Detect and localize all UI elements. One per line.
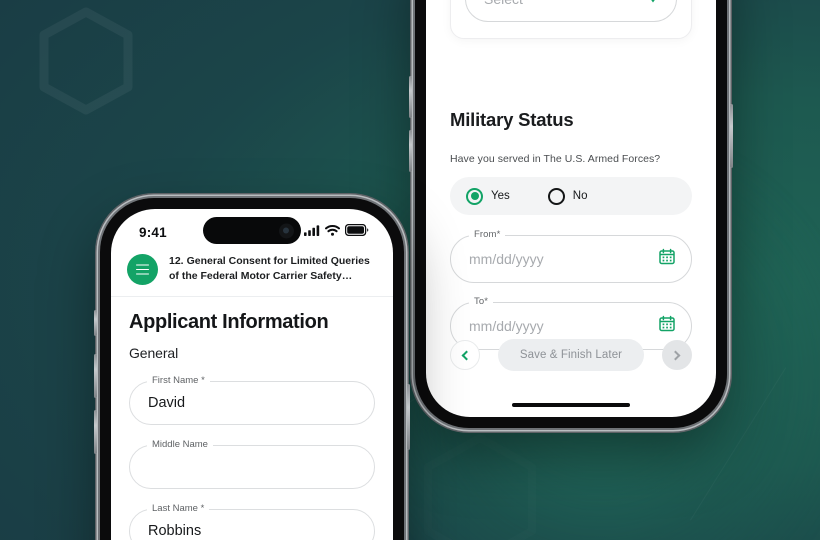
section-label: General bbox=[129, 345, 179, 361]
volume-up-button[interactable] bbox=[94, 354, 97, 398]
radio-no-label: No bbox=[572, 190, 588, 202]
military-status-form: Country* Select Military Status Have you… bbox=[426, 0, 716, 417]
radio-option-no[interactable]: No bbox=[547, 187, 588, 205]
from-date-field[interactable]: From* mm/dd/yyyy bbox=[450, 229, 692, 283]
military-status-block: Military Status Have you served in The U… bbox=[450, 109, 692, 350]
document-header[interactable]: 12. General Consent for Limited Queries o… bbox=[111, 249, 393, 297]
next-step-button[interactable] bbox=[661, 340, 692, 370]
document-title-text: General Consent for Limited Queries of t… bbox=[169, 255, 370, 282]
volume-down-button[interactable] bbox=[94, 410, 97, 454]
wifi-icon bbox=[325, 223, 340, 241]
form-navigation-bar: Save & Finish Later bbox=[426, 339, 716, 371]
mute-switch[interactable] bbox=[94, 310, 97, 336]
dynamic-island bbox=[203, 217, 301, 244]
from-date-label: From* bbox=[469, 229, 506, 240]
back-phone-screen: Country* Select Military Status Have you… bbox=[426, 0, 716, 417]
volume-up-button[interactable] bbox=[409, 76, 412, 118]
from-date-value: mm/dd/yyyy bbox=[469, 251, 544, 267]
phone-mockup-military-status: Country* Select Military Status Have you… bbox=[409, 0, 733, 428]
military-question: Have you served in The U.S. Armed Forces… bbox=[450, 153, 661, 165]
chevron-left-icon bbox=[461, 350, 471, 360]
to-date-label: To* bbox=[469, 296, 494, 307]
last-name-label: Last Name * bbox=[147, 503, 210, 514]
hamburger-menu-icon[interactable] bbox=[127, 254, 158, 285]
status-bar-time: 9:41 bbox=[139, 224, 167, 240]
document-title: 12. General Consent for Limited Queries o… bbox=[169, 253, 377, 284]
battery-full-icon bbox=[344, 223, 369, 241]
page-title: Applicant Information bbox=[129, 311, 329, 333]
cellular-signal-icon bbox=[304, 223, 320, 241]
calendar-icon[interactable] bbox=[659, 248, 675, 270]
country-select[interactable]: Country* Select bbox=[465, 0, 677, 22]
radio-yes-label: Yes bbox=[491, 190, 510, 202]
middle-name-field[interactable]: Middle Name bbox=[129, 439, 375, 489]
document-number: 12. bbox=[169, 255, 184, 267]
to-date-value: mm/dd/yyyy bbox=[469, 318, 544, 334]
screenshot-canvas: Country* Select Military Status Have you… bbox=[0, 0, 820, 540]
front-camera-icon bbox=[279, 223, 294, 238]
status-bar-icons bbox=[304, 223, 369, 241]
chevron-down-icon[interactable] bbox=[648, 0, 658, 3]
power-button[interactable] bbox=[730, 104, 733, 168]
decorative-hexagon-small bbox=[420, 430, 540, 540]
previous-step-button[interactable] bbox=[450, 340, 480, 370]
chevron-right-icon bbox=[671, 350, 681, 360]
home-indicator bbox=[512, 402, 630, 407]
save-and-finish-later-button[interactable]: Save & Finish Later bbox=[497, 339, 645, 371]
radio-no-icon bbox=[547, 187, 565, 205]
first-name-label: First Name * bbox=[147, 375, 210, 386]
front-phone-screen: 9:41 12. General Consent for Limited Que… bbox=[111, 209, 393, 540]
military-radio-group: Yes No bbox=[450, 177, 692, 215]
decorative-hexagon-large bbox=[38, 6, 134, 116]
last-name-field[interactable]: Last Name * Robbins bbox=[129, 503, 375, 540]
address-card: Country* Select bbox=[450, 0, 692, 39]
phone-mockup-applicant-info: 9:41 12. General Consent for Limited Que… bbox=[94, 198, 410, 540]
form-body: Applicant Information General First Name… bbox=[111, 297, 393, 540]
applicant-information-form: 9:41 12. General Consent for Limited Que… bbox=[111, 209, 393, 540]
radio-yes-icon bbox=[466, 187, 483, 205]
status-bar: 9:41 bbox=[111, 209, 393, 249]
power-button[interactable] bbox=[407, 384, 410, 450]
calendar-icon[interactable] bbox=[659, 315, 675, 337]
military-status-title: Military Status bbox=[450, 109, 574, 130]
radio-option-yes[interactable]: Yes bbox=[466, 187, 510, 205]
first-name-value: David bbox=[148, 395, 186, 411]
last-name-value: Robbins bbox=[148, 523, 202, 539]
volume-down-button[interactable] bbox=[409, 130, 412, 172]
middle-name-label: Middle Name bbox=[147, 439, 213, 450]
first-name-field[interactable]: First Name * David bbox=[129, 375, 375, 425]
country-value: Select bbox=[484, 0, 523, 7]
